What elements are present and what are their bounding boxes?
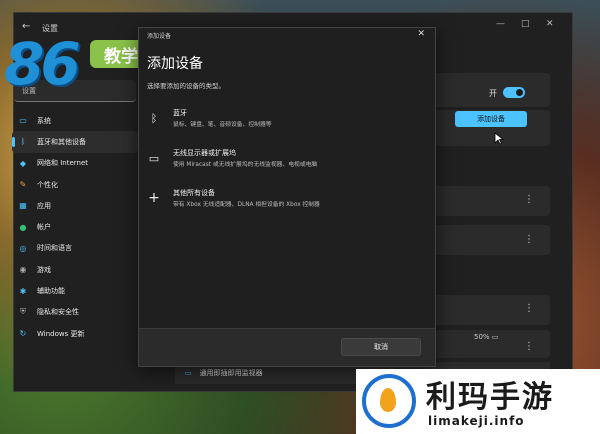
logo-number: 86	[4, 30, 81, 98]
update-icon: ↻	[19, 329, 27, 339]
sidebar-item-shield[interactable]: ⛨ 隐私和安全性	[12, 302, 138, 323]
network-icon: ◆	[19, 158, 27, 168]
sidebar-item-brush[interactable]: ✎ 个性化	[12, 174, 138, 195]
option-desc: 使用 Miracast 或无线扩展坞的无线监视器、电视或电脑	[173, 162, 318, 168]
monitor-label: 通用即插即用监视器	[199, 369, 263, 377]
more-options-icon[interactable]: ⋮	[524, 194, 534, 205]
account-icon: ●	[19, 222, 27, 232]
sidebar-item-globe[interactable]: ◎ 时间和语言	[12, 238, 138, 259]
more-options-icon[interactable]: ⋮	[524, 341, 534, 352]
brush-icon: ✎	[19, 180, 27, 190]
bluetooth-toggle[interactable]	[503, 87, 525, 98]
sidebar-item-bluetooth[interactable]: ᛒ 蓝牙和其他设备	[12, 131, 138, 153]
monitor-icon: ▭	[185, 369, 192, 377]
more-options-icon[interactable]: ⋮	[524, 234, 534, 245]
bluetooth-icon: ᛒ	[20, 137, 26, 147]
add-device-dialog: 添加设备 ✕ 添加设备 选择要添加的设备的类型。 ᛒ 蓝牙 鼠标、键盘、笔、音频…	[138, 27, 436, 367]
settings-nav: ▭ 系统 ᛒ 蓝牙和其他设备 ◆ 网络和 Internet ✎ 个性化 ▦ 应用 ● 帐户 ◎ 时间和语言…	[12, 110, 138, 344]
system-icon: ▭	[19, 116, 27, 126]
dialog-subtitle: 选择要添加的设备的类型。	[147, 82, 225, 90]
sidebar-item-account[interactable]: ● 帐户	[12, 216, 138, 237]
watermark-url: limakeji.info	[428, 414, 525, 428]
bluetooth-icon: ᛒ	[150, 111, 158, 125]
sidebar-item-label: Windows 更新	[37, 329, 85, 338]
mouse-cursor-icon	[494, 132, 504, 145]
minimize-icon[interactable]: —	[496, 19, 505, 29]
battery-icon: ▭	[491, 333, 499, 341]
option-bluetooth[interactable]: ᛒ 蓝牙 鼠标、键盘、笔、音频设备、控制器等	[147, 108, 427, 138]
battery-level: 50% ▭	[474, 333, 498, 341]
sidebar-item-label: 个性化	[37, 180, 58, 189]
sidebar-item-label: 游戏	[37, 265, 51, 274]
apps-icon: ▦	[19, 201, 27, 211]
watermark-logo-icon	[362, 374, 416, 428]
sidebar-item-label: 帐户	[37, 223, 51, 232]
maximize-icon[interactable]: □	[521, 19, 530, 29]
dialog-title: 添加设备	[147, 56, 203, 72]
more-options-icon[interactable]: ⋮	[524, 303, 534, 314]
dialog-footer: 取消	[139, 328, 435, 366]
option-title: 无线显示器或扩展坞	[173, 149, 236, 157]
option-desc: 带有 Xbox 无线适配器、DLNA 相担设备的 Xbox 控制器	[173, 202, 320, 208]
sidebar-item-label: 应用	[37, 201, 51, 210]
sidebar-item-system[interactable]: ▭ 系统	[12, 110, 138, 131]
close-icon[interactable]: ✕	[546, 19, 554, 29]
globe-icon: ◎	[19, 243, 27, 253]
add-device-button[interactable]: 添加设备	[455, 111, 527, 127]
sidebar-item-label: 隐私和安全性	[37, 308, 79, 317]
accessibility-icon: ✱	[19, 286, 27, 296]
option-desc: 鼠标、键盘、笔、音频设备、控制器等	[173, 122, 272, 128]
bluetooth-toggle-label: 开	[489, 89, 497, 98]
sidebar-item-label: 网络和 Internet	[37, 159, 89, 168]
sidebar-item-label: 时间和语言	[37, 244, 72, 253]
sidebar-item-label: 系统	[37, 116, 51, 125]
sidebar-item-label: 辅助功能	[37, 287, 65, 296]
shield-icon: ⛨	[20, 307, 26, 317]
sidebar-item-apps[interactable]: ▦ 应用	[12, 195, 138, 216]
option-title: 其他所有设备	[173, 189, 215, 197]
dialog-caption: 添加设备	[147, 33, 172, 40]
game-icon: ◉	[19, 265, 27, 275]
dialog-close-icon[interactable]: ✕	[417, 29, 425, 39]
sidebar-item-game[interactable]: ◉ 游戏	[12, 259, 138, 280]
cancel-button[interactable]: 取消	[341, 338, 421, 356]
sidebar-item-accessibility[interactable]: ✱ 辅助功能	[12, 280, 138, 301]
monitor-icon: ▭	[148, 151, 160, 165]
option-title: 蓝牙	[173, 109, 187, 117]
site-logo: 86 教学	[0, 30, 160, 108]
battery-text: 50%	[474, 333, 490, 341]
watermark: 利玛手游 limakeji.info	[356, 369, 600, 434]
sidebar-item-update[interactable]: ↻ Windows 更新	[12, 323, 138, 344]
sidebar-item-network[interactable]: ◆ 网络和 Internet	[12, 153, 138, 174]
sidebar-item-label: 蓝牙和其他设备	[37, 137, 86, 146]
watermark-name: 利玛手游	[426, 380, 554, 415]
option-other-devices[interactable]: + 其他所有设备 带有 Xbox 无线适配器、DLNA 相担设备的 Xbox 控…	[147, 188, 427, 218]
plus-icon: +	[148, 190, 160, 206]
option-wireless-display[interactable]: ▭ 无线显示器或扩展坞 使用 Miracast 或无线扩展坞的无线监视器、电视或…	[147, 148, 427, 178]
